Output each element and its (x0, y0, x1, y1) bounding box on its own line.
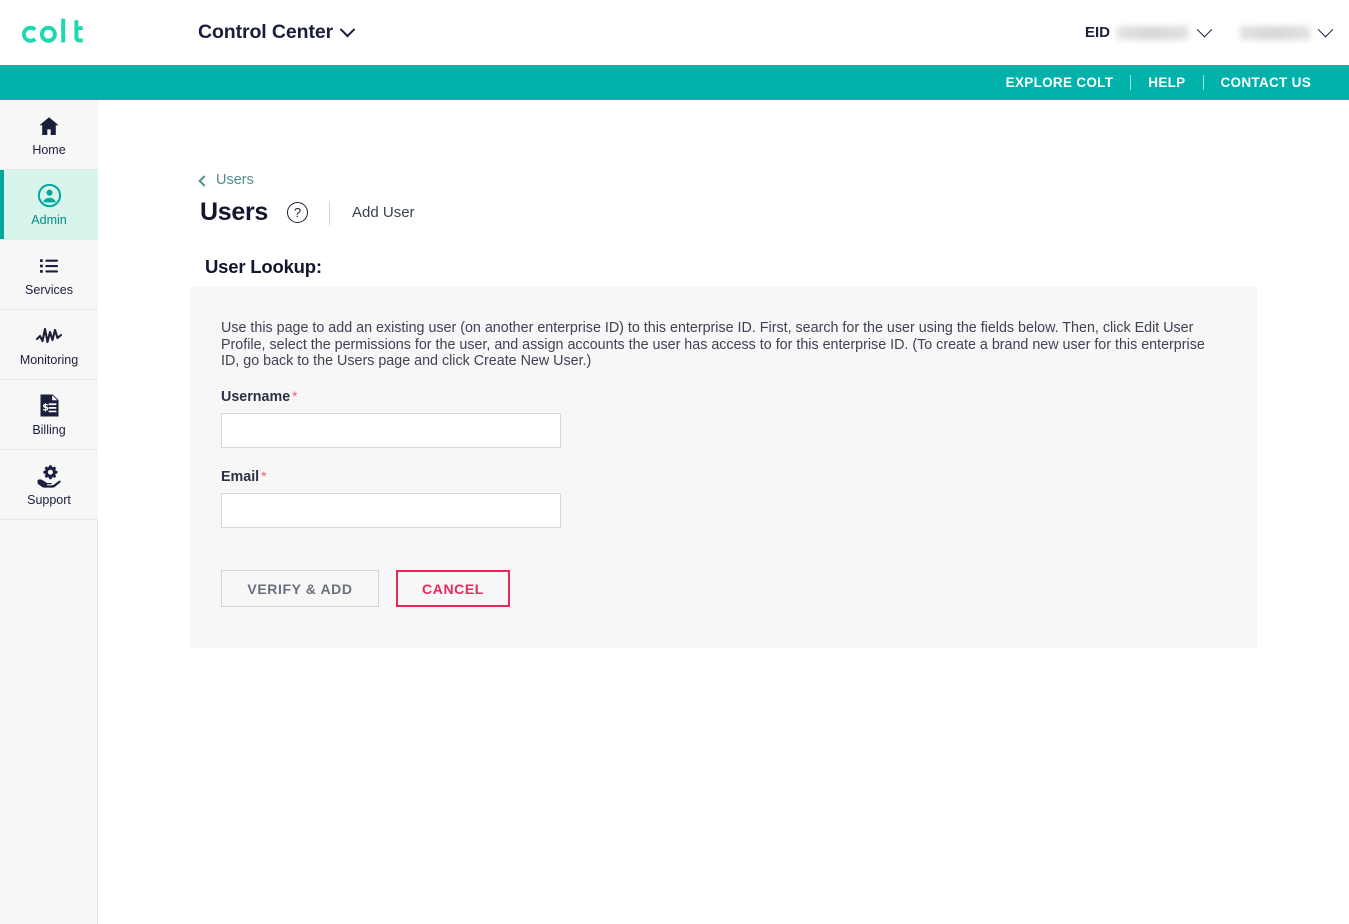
sidebar-item-label: Billing (32, 422, 66, 437)
chevron-down-icon (339, 21, 356, 38)
nav-link-help[interactable]: HELP (1131, 76, 1202, 90)
sidebar: Home Admin Services Monitoring $ Billing… (0, 100, 98, 924)
nav-link-contact-us[interactable]: CONTACT US (1204, 76, 1329, 90)
svg-text:$: $ (42, 403, 49, 414)
chevron-down-icon (1196, 21, 1213, 38)
sidebar-item-label: Home (32, 142, 66, 157)
account-selector[interactable] (1240, 21, 1334, 40)
sidebar-item-home[interactable]: Home (0, 100, 98, 170)
utility-nav-bar: EXPLORE COLT HELP CONTACT US (0, 65, 1349, 100)
sidebar-item-services[interactable]: Services (0, 240, 98, 310)
colt-logo-icon (22, 18, 83, 43)
waveform-icon (36, 323, 62, 349)
colt-logo[interactable] (22, 16, 98, 50)
sidebar-item-support[interactable]: Support (0, 450, 98, 520)
app-switcher-label: Control Center (198, 21, 334, 43)
account-value-redacted (1240, 25, 1310, 40)
divider (329, 200, 330, 225)
eid-label: EID (1084, 24, 1110, 41)
username-label: Username * (221, 388, 561, 405)
top-header: Control Center EID (0, 0, 1349, 65)
verify-and-add-button[interactable]: VERIFY & ADD (221, 570, 379, 607)
cancel-button[interactable]: CANCEL (396, 570, 510, 607)
header-right: EID (1084, 0, 1334, 65)
nav-link-explore-colt[interactable]: EXPLORE COLT (989, 76, 1131, 90)
required-marker: * (292, 388, 298, 404)
chevron-down-icon (1317, 21, 1334, 38)
sidebar-item-label: Services (25, 282, 73, 297)
utility-nav-links: EXPLORE COLT HELP CONTACT US (989, 75, 1328, 90)
page-title-row: Users ? Add User (200, 198, 415, 227)
app-root: Control Center EID EXPLORE COLT HELP CON… (0, 0, 1349, 924)
required-marker: * (261, 468, 267, 484)
main-content: Users Users ? Add User User Lookup: Use … (99, 100, 1349, 924)
email-field-group: Email * (221, 468, 561, 528)
home-icon (36, 113, 62, 139)
email-label-text: Email (221, 469, 260, 485)
user-circle-icon (36, 183, 62, 209)
list-icon (36, 253, 62, 279)
tab-add-user[interactable]: Add User (352, 204, 415, 221)
email-label: Email * (221, 468, 561, 485)
eid-value-redacted (1117, 25, 1189, 40)
invoice-icon: $ (36, 393, 62, 419)
sidebar-item-label: Support (27, 492, 71, 507)
app-switcher[interactable]: Control Center (198, 21, 356, 44)
username-label-text: Username (221, 389, 291, 405)
username-input[interactable] (221, 413, 561, 448)
gear-hand-icon (36, 463, 62, 489)
breadcrumb[interactable]: Users (198, 172, 254, 188)
breadcrumb-label: Users (216, 172, 254, 188)
email-input[interactable] (221, 493, 561, 528)
panel-description: Use this page to add an existing user (o… (221, 320, 1205, 370)
sidebar-item-billing[interactable]: $ Billing (0, 380, 98, 450)
chevron-left-icon (198, 174, 210, 187)
username-field-group: Username * (221, 388, 561, 448)
sidebar-item-admin[interactable]: Admin (0, 170, 98, 240)
panel-actions: VERIFY & ADD CANCEL (221, 570, 510, 607)
sidebar-item-monitoring[interactable]: Monitoring (0, 310, 98, 380)
section-heading: User Lookup: (205, 256, 322, 277)
help-icon[interactable]: ? (287, 202, 308, 223)
page-title: Users (200, 198, 268, 226)
eid-selector[interactable] (1117, 21, 1213, 40)
user-lookup-panel: Use this page to add an existing user (o… (190, 287, 1257, 648)
sidebar-item-label: Monitoring (19, 352, 79, 367)
sidebar-item-label: Admin (31, 212, 67, 227)
